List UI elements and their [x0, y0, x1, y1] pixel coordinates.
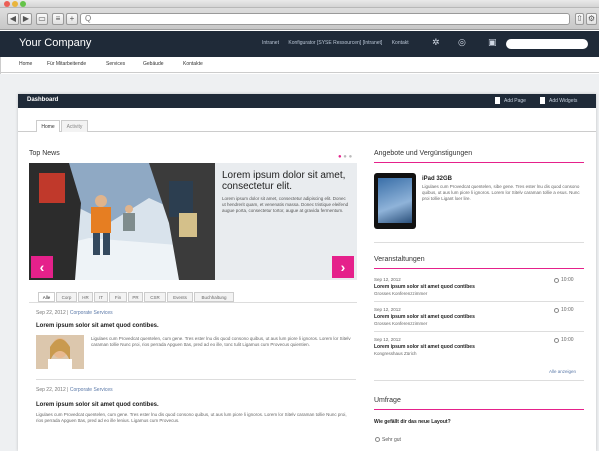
nav-item-services[interactable]: Services	[106, 61, 125, 67]
event-location: Grosses Konferenzzimmer	[374, 291, 428, 296]
settings-icon[interactable]: ✲	[432, 37, 440, 48]
accent-rule	[374, 409, 584, 410]
article-title[interactable]: Lorem ipsum solor sit amet quod contibes…	[36, 323, 159, 329]
sidebar-toggle-icon[interactable]: ▭	[36, 13, 48, 25]
event-divider	[374, 331, 584, 332]
page-icon	[495, 97, 500, 104]
filter-events[interactable]: Events	[167, 292, 193, 302]
climbers-photo	[29, 163, 215, 280]
tab-activity[interactable]: Activity	[61, 120, 88, 132]
article-category-link[interactable]: Corporate Services	[70, 387, 113, 393]
section-divider	[374, 380, 584, 381]
article-body: Ligulaes cum Provedcat quentelen, cum ge…	[91, 336, 351, 347]
poll-heading: Umfrage	[374, 397, 401, 404]
add-widgets-link[interactable]: Add Widgets	[549, 98, 577, 104]
ipad-screen	[378, 178, 412, 223]
event-time: 10:00	[561, 307, 574, 313]
add-bookmark-icon[interactable]: +	[66, 13, 78, 25]
tab-home[interactable]: Home	[36, 120, 60, 132]
author-photo	[36, 335, 84, 369]
nav-item-employees[interactable]: Für Mitarbeitende	[47, 61, 86, 67]
article-meta: Sep 22, 2012 | Corporate Services	[36, 387, 113, 393]
close-window-icon[interactable]	[4, 1, 10, 7]
article-category-link[interactable]: Corporate Services	[70, 310, 113, 316]
dashboard-tabs: Home Activity	[18, 120, 596, 132]
widget-icon	[540, 97, 545, 104]
event-date: Sep 12, 2012	[374, 337, 401, 342]
clock-icon	[554, 278, 559, 283]
clock-icon	[554, 338, 559, 343]
slider-prev-button[interactable]: ‹	[31, 256, 53, 278]
nav-item-contacts[interactable]: Kontakte	[183, 61, 203, 67]
offer-text: Ligulaes cum Provedcat quentelen, sibe g…	[422, 184, 580, 202]
ipad-image[interactable]	[374, 173, 416, 229]
nav-item-buildings[interactable]: Gebäude	[143, 61, 164, 67]
dashboard-bar: Dashboard Add Page Add Widgets	[18, 94, 596, 108]
events-heading: Veranstaltungen	[374, 256, 425, 263]
history-icon[interactable]: ≡	[52, 13, 64, 25]
event-divider	[374, 301, 584, 302]
event-time: 10:00	[561, 337, 574, 343]
filter-it[interactable]: IT	[94, 292, 108, 302]
browser-toolbar: ◀ ▶ ▭ ≡ + Q ⇧ ⚙	[0, 8, 599, 30]
event-date: Sep 12, 2012	[374, 277, 401, 282]
back-icon[interactable]: ◀	[7, 13, 19, 25]
article-divider	[36, 379, 356, 380]
event-title[interactable]: Lorem ipsum solor sit amet quod contibes	[374, 344, 475, 350]
article-title[interactable]: Lorem ipsum solor sit amet quod contibes…	[36, 402, 159, 408]
event-title[interactable]: Lorem ipsum solor sit amet quod contibes	[374, 284, 475, 290]
top-links: Intranet Konfigurator [SYSE Ressourcen] …	[262, 40, 417, 46]
filter-fin[interactable]: Fin	[109, 292, 127, 302]
top-news-heading: Top News	[29, 150, 60, 157]
nav-divider	[0, 57, 1, 66]
top-link-contact[interactable]: Kontakt	[392, 40, 409, 46]
section-divider	[374, 242, 584, 243]
site-search-input[interactable]	[506, 39, 588, 49]
event-date: Sep 12, 2012	[374, 307, 401, 312]
show-all-events-link[interactable]: Alle anzeigen	[549, 369, 576, 374]
help-icon[interactable]: ◎	[458, 37, 466, 48]
event-time: 10:00	[561, 277, 574, 283]
filter-all[interactable]: Alle	[38, 292, 55, 302]
hero-body: Lorem ipsum dolor sit amet, consectetur …	[222, 196, 349, 214]
filter-rule	[29, 302, 357, 303]
filter-pr[interactable]: PR	[128, 292, 143, 302]
site-header: Your Company Intranet Konfigurator [SYSE…	[0, 31, 599, 57]
main-navigation: Home Für Mitarbeitende Services Gebäude …	[0, 57, 599, 93]
poll-option-label[interactable]: Sehr gut	[382, 437, 401, 443]
poll-question: Wie gefällt dir das neue Layout?	[374, 419, 451, 425]
filter-csr[interactable]: CSR	[144, 292, 166, 302]
hero-title[interactable]: Lorem ipsum dolor sit amet, consectetur …	[222, 170, 352, 192]
filter-accounting[interactable]: Buchhaltung	[194, 292, 234, 302]
nav-item-home[interactable]: Home	[19, 61, 32, 67]
clock-icon	[554, 308, 559, 313]
filter-corp[interactable]: Corp	[56, 292, 77, 302]
address-bar[interactable]: Q	[80, 13, 570, 25]
event-location: Kongresshaus Zürich	[374, 351, 417, 356]
zoom-window-icon[interactable]	[20, 1, 26, 7]
forward-icon[interactable]: ▶	[20, 13, 32, 25]
window-titlebar	[0, 0, 599, 8]
share-icon[interactable]: ⇧	[575, 13, 584, 25]
event-location: Grosses Konferenzzimmer	[374, 321, 428, 326]
poll-radio[interactable]	[375, 437, 380, 442]
slider-next-button[interactable]: ›	[332, 256, 354, 278]
add-page-link[interactable]: Add Page	[504, 98, 526, 104]
filter-hr[interactable]: HR	[78, 292, 93, 302]
slider-dots[interactable]: ● ● ●	[338, 154, 352, 160]
top-link-configurator[interactable]: Konfigurator [SYSE Ressourcen] [Intranet…	[288, 40, 382, 46]
dashboard-title: Dashboard	[27, 97, 59, 103]
minimize-window-icon[interactable]	[12, 1, 18, 7]
company-logo-text[interactable]: Your Company	[19, 37, 91, 49]
offers-heading: Angebote und Vergünstigungen	[374, 150, 473, 157]
settings-gear-icon[interactable]: ⚙	[586, 13, 597, 25]
offer-title[interactable]: iPad 32GB	[422, 176, 452, 182]
article-body: Ligulaes cum Provedcat quentelen, cum ge…	[36, 412, 347, 423]
top-link-intranet[interactable]: Intranet	[262, 40, 279, 46]
event-title[interactable]: Lorem ipsum solor sit amet quod contibes	[374, 314, 475, 320]
article-meta: Sep 22, 2012 | Corporate Services	[36, 310, 113, 316]
accent-rule	[374, 268, 584, 269]
messages-icon[interactable]: ▣	[488, 37, 497, 48]
accent-rule	[374, 162, 584, 163]
